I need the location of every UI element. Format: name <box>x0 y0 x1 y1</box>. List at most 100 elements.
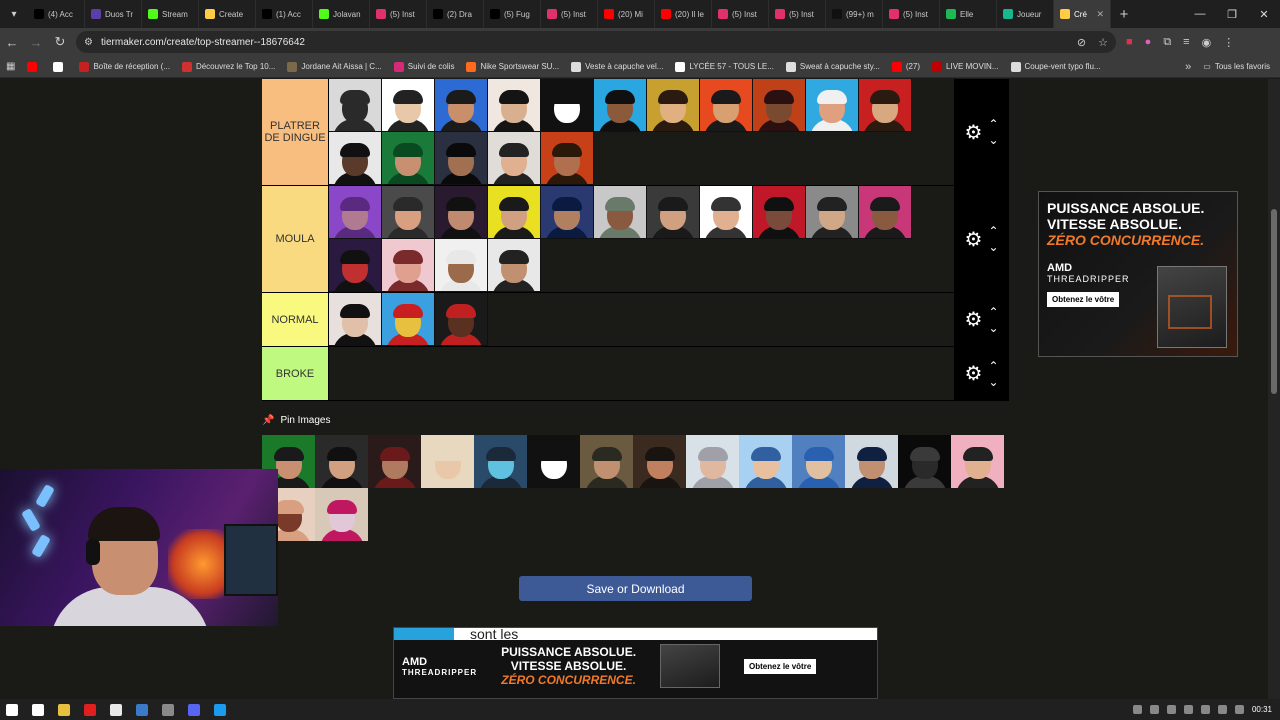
tier-drop-zone[interactable] <box>329 347 954 400</box>
move-tier-up-icon[interactable]: ⌃ <box>988 225 998 237</box>
unranked-image[interactable] <box>527 435 580 488</box>
bookmark-item[interactable]: Sweat à capuche sty... <box>785 61 880 72</box>
tier-item-image[interactable] <box>435 239 488 292</box>
unranked-image[interactable] <box>845 435 898 488</box>
tier-item-image[interactable] <box>382 239 435 292</box>
tier-item-image[interactable] <box>753 79 806 132</box>
new-tab-button[interactable]: + <box>1111 6 1137 23</box>
address-bar[interactable]: ⚙ tiermaker.com/create/top-streamer--186… <box>76 31 1116 53</box>
bookmark-item[interactable]: Jordane Ait Aissa | C... <box>287 61 382 72</box>
taskbar-app-icon[interactable] <box>84 703 96 716</box>
apps-grid-icon[interactable]: ▦ <box>6 61 15 72</box>
cast-off-icon[interactable]: ⊘ <box>1077 36 1086 49</box>
unranked-image[interactable] <box>368 435 421 488</box>
tier-item-image[interactable] <box>329 239 382 292</box>
tier-settings-gear-icon[interactable]: ⚙ <box>965 361 983 386</box>
unranked-image[interactable] <box>686 435 739 488</box>
tier-item-image[interactable] <box>753 186 806 239</box>
unranked-image[interactable] <box>315 488 368 541</box>
browser-tab[interactable]: (5) Inst <box>769 0 826 28</box>
tier-label[interactable]: BROKE <box>262 347 329 400</box>
back-icon[interactable]: ← <box>0 35 24 50</box>
scrollbar-thumb[interactable] <box>1271 209 1277 394</box>
browser-tab[interactable]: (1) Acc <box>256 0 313 28</box>
taskbar-app-icon[interactable] <box>162 703 174 716</box>
bookmark-item[interactable]: Veste à capuche vel... <box>571 61 663 72</box>
tier-label[interactable]: MOULA <box>262 186 329 292</box>
tier-item-image[interactable] <box>700 186 753 239</box>
tray-icon[interactable] <box>1200 705 1210 714</box>
tier-drop-zone[interactable] <box>329 186 954 292</box>
all-bookmarks-folder[interactable]: ▭ Tous les favoris <box>1203 62 1270 71</box>
browser-tab[interactable]: (5) Inst <box>541 0 598 28</box>
tray-icon[interactable] <box>1183 705 1193 714</box>
unranked-image[interactable] <box>580 435 633 488</box>
browser-tab[interactable]: (4) Acc <box>28 0 85 28</box>
tier-item-image[interactable] <box>806 186 859 239</box>
tier-item-image[interactable] <box>488 239 541 292</box>
menu-kebab-icon[interactable]: ⋮ <box>1223 36 1234 49</box>
bookmarks-overflow-icon[interactable]: » <box>1185 61 1191 73</box>
unranked-image[interactable] <box>951 435 1004 488</box>
side-advertisement[interactable]: PUISSANCE ABSOLUE. VITESSE ABSOLUE. ZÉRO… <box>1038 191 1238 357</box>
bookmark-item[interactable] <box>53 61 67 72</box>
ad-bottom-cta-button[interactable]: Obtenez le vôtre <box>744 658 817 674</box>
tier-item-image[interactable] <box>435 79 488 132</box>
move-tier-up-icon[interactable]: ⌃ <box>988 360 998 372</box>
close-window-icon[interactable]: ✕ <box>1248 8 1280 21</box>
browser-tab[interactable]: (2) Dra <box>427 0 484 28</box>
tier-drop-zone[interactable] <box>329 79 954 185</box>
tier-item-image[interactable] <box>329 132 382 185</box>
unranked-image[interactable] <box>474 435 527 488</box>
taskbar-app-icon[interactable] <box>58 703 70 716</box>
extension-icon-pink[interactable]: ● <box>1145 36 1152 49</box>
tier-item-image[interactable] <box>594 79 647 132</box>
page-scrollbar[interactable] <box>1268 79 1280 699</box>
taskbar-search-icon[interactable] <box>32 703 44 716</box>
bookmark-item[interactable]: LYCÉE 57 - TOUS LE... <box>675 61 774 72</box>
tier-item-image[interactable] <box>647 186 700 239</box>
move-tier-down-icon[interactable]: ⌄ <box>988 376 998 388</box>
tier-item-image[interactable] <box>488 79 541 132</box>
move-tier-down-icon[interactable]: ⌄ <box>988 134 998 146</box>
taskbar-clock[interactable]: 00:31 <box>1252 705 1272 714</box>
minimize-icon[interactable]: — <box>1184 8 1216 21</box>
bookmark-item[interactable]: Suivi de colis <box>393 61 454 72</box>
move-tier-up-icon[interactable]: ⌃ <box>988 306 998 318</box>
tier-item-image[interactable] <box>382 293 435 346</box>
unranked-image[interactable] <box>792 435 845 488</box>
wifi-icon[interactable] <box>1217 705 1227 714</box>
bookmark-item[interactable]: LIVE MOVIN... <box>932 61 999 72</box>
tier-item-image[interactable] <box>859 79 912 132</box>
volume-icon[interactable] <box>1234 705 1244 714</box>
tier-settings-gear-icon[interactable]: ⚙ <box>965 120 983 145</box>
tier-item-image[interactable] <box>488 132 541 185</box>
taskbar-app-icon[interactable] <box>188 703 200 716</box>
ad-cta-button[interactable]: Obtenez le vôtre <box>1047 292 1120 307</box>
bookmark-item[interactable]: Boîte de réception (... <box>79 61 170 72</box>
windows-start-icon[interactable] <box>6 703 18 716</box>
browser-tab[interactable]: Create <box>199 0 256 28</box>
tier-item-image[interactable] <box>541 79 594 132</box>
tier-item-image[interactable] <box>329 293 382 346</box>
browser-tab[interactable]: (5) Fug <box>484 0 541 28</box>
taskbar-app-icon[interactable] <box>136 703 148 716</box>
extension-icon-red[interactable]: ■ <box>1126 36 1133 49</box>
move-tier-down-icon[interactable]: ⌄ <box>988 241 998 253</box>
browser-tab[interactable]: (5) Inst <box>370 0 427 28</box>
browser-tab[interactable]: (5) Inst <box>712 0 769 28</box>
reload-icon[interactable]: ↻ <box>48 34 72 50</box>
bottom-advertisement[interactable]: sont les AMD THREADRIPPER PUISSANCE ABSO… <box>393 627 878 699</box>
unranked-image[interactable] <box>315 435 368 488</box>
tier-settings-gear-icon[interactable]: ⚙ <box>965 227 983 252</box>
unranked-image[interactable] <box>739 435 792 488</box>
unranked-image[interactable] <box>633 435 686 488</box>
browser-tab[interactable]: (20) Il le <box>655 0 712 28</box>
tier-item-image[interactable] <box>382 132 435 185</box>
browser-tab[interactable]: Stream <box>142 0 199 28</box>
tray-icon[interactable] <box>1132 705 1142 714</box>
tier-item-image[interactable] <box>647 79 700 132</box>
taskbar-app-icon[interactable] <box>214 703 226 716</box>
tier-item-image[interactable] <box>806 79 859 132</box>
bookmark-item[interactable]: Coupe-vent typo flu... <box>1010 61 1101 72</box>
